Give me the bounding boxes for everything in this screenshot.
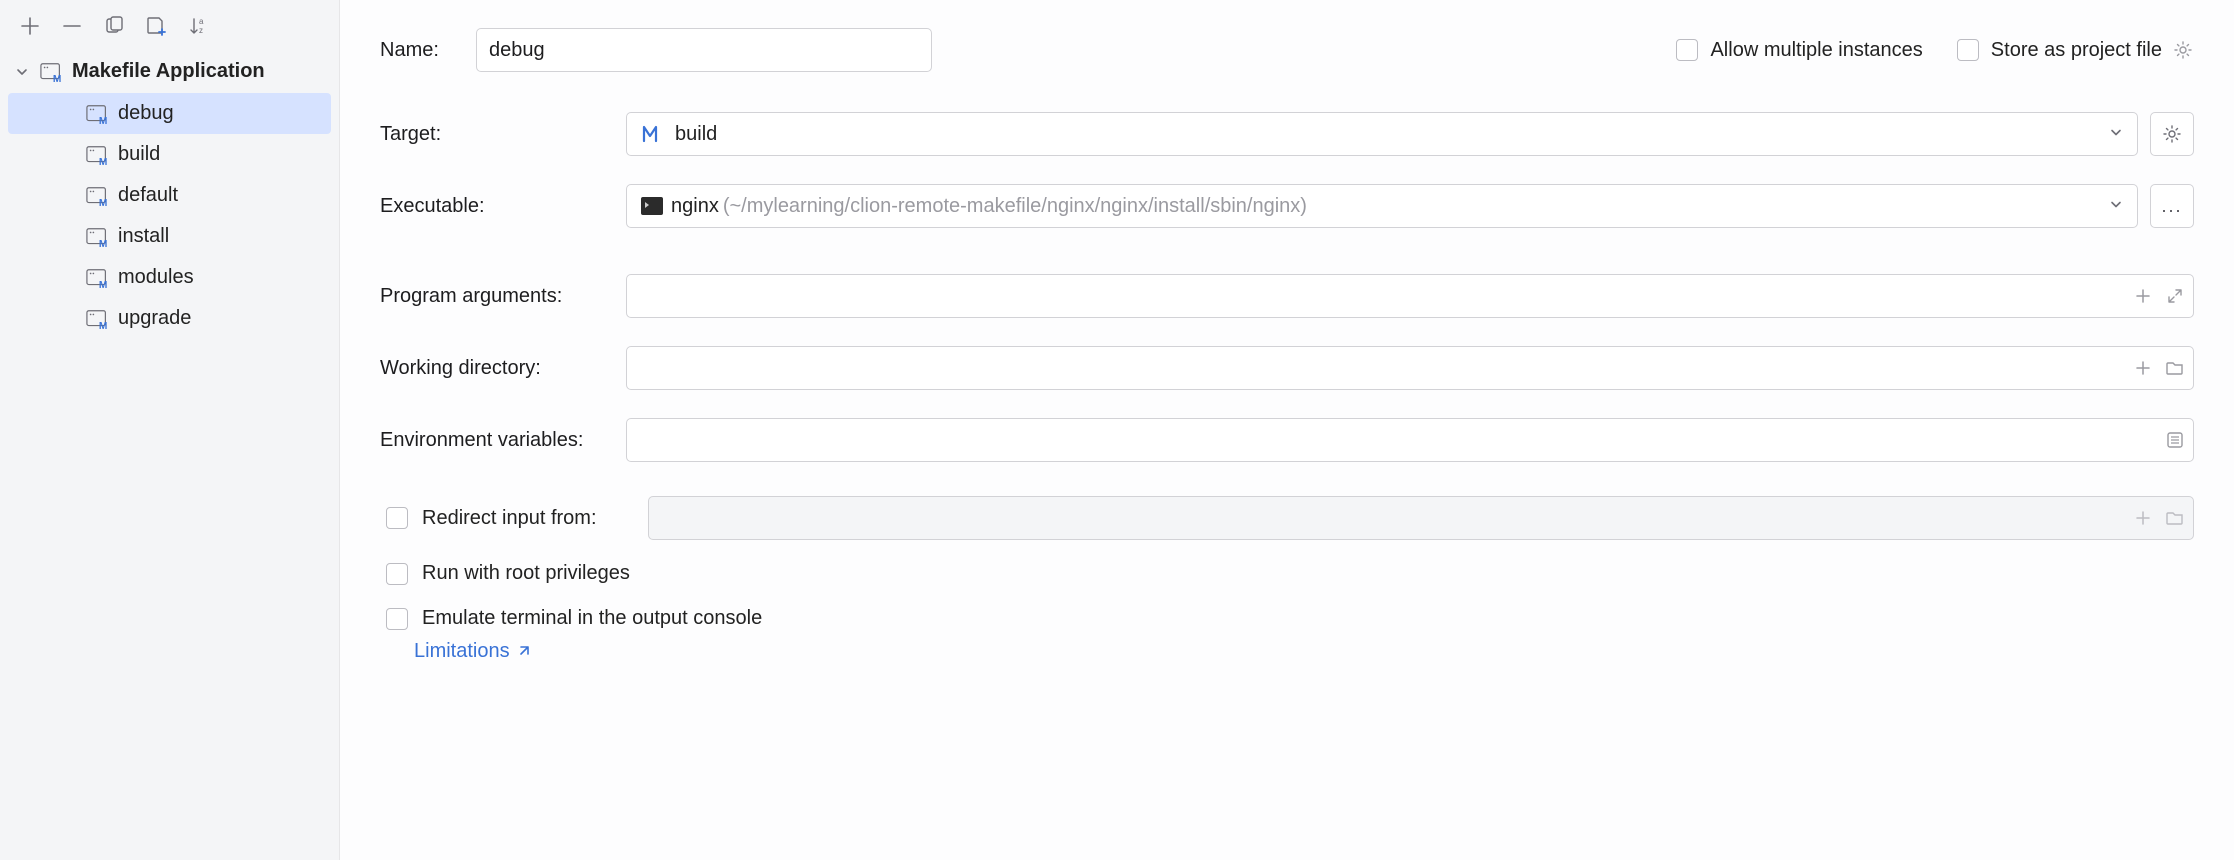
- name-input[interactable]: [476, 28, 932, 72]
- svg-text:z: z: [199, 26, 203, 35]
- redirect-input-checkbox[interactable]: [386, 507, 408, 529]
- tree-item-label: upgrade: [118, 307, 191, 330]
- chevron-down-icon: [2109, 195, 2123, 218]
- env-vars-input[interactable]: [626, 418, 2194, 462]
- tree-item-label: build: [118, 143, 160, 166]
- store-as-project-group[interactable]: Store as project file: [1957, 39, 2162, 62]
- folder-browse-icon[interactable]: [2164, 507, 2186, 529]
- limitations-link[interactable]: Limitations: [380, 640, 530, 663]
- tree-item-debug[interactable]: M debug: [8, 93, 331, 134]
- allow-multiple-label: Allow multiple instances: [1710, 39, 1922, 62]
- target-value: build: [675, 123, 717, 146]
- tree-item-label: debug: [118, 102, 174, 125]
- store-as-project-label: Store as project file: [1991, 39, 2162, 62]
- terminal-icon: [641, 197, 663, 215]
- tree-item-upgrade[interactable]: M upgrade: [8, 298, 331, 339]
- external-link-icon: [516, 645, 530, 659]
- svg-text:M: M: [99, 116, 107, 126]
- makefile-icon: M: [86, 309, 110, 329]
- tree-item-label: default: [118, 184, 178, 207]
- folder-browse-icon[interactable]: [2164, 357, 2186, 379]
- tree-item-label: install: [118, 225, 169, 248]
- copy-config-button[interactable]: [100, 12, 128, 40]
- makefile-icon: M: [86, 186, 110, 206]
- root-privileges-label: Run with root privileges: [422, 562, 630, 585]
- makefile-target-icon: [641, 124, 665, 144]
- makefile-icon: M: [86, 227, 110, 247]
- save-template-button[interactable]: [142, 12, 170, 40]
- remove-config-button[interactable]: [58, 12, 86, 40]
- executable-name: nginx: [671, 195, 719, 218]
- tree-item-install[interactable]: M install: [8, 216, 331, 257]
- add-config-button[interactable]: [16, 12, 44, 40]
- target-settings-button[interactable]: [2150, 112, 2194, 156]
- limitations-link-text: Limitations: [414, 640, 510, 663]
- tree-parent-label: Makefile Application: [72, 60, 265, 83]
- redirect-input-path: [648, 496, 2194, 540]
- tree-item-modules[interactable]: M modules: [8, 257, 331, 298]
- makefile-icon: M: [86, 268, 110, 288]
- program-arguments-input[interactable]: [626, 274, 2194, 318]
- tree-parent-makefile-application[interactable]: M Makefile Application: [0, 54, 339, 89]
- svg-text:M: M: [99, 321, 107, 331]
- root-privileges-checkbox[interactable]: [386, 563, 408, 585]
- svg-text:M: M: [99, 239, 107, 249]
- tree-item-label: modules: [118, 266, 194, 289]
- working-directory-label: Working directory:: [380, 357, 626, 380]
- program-arguments-label: Program arguments:: [380, 285, 626, 308]
- env-vars-edit-icon[interactable]: [2164, 429, 2186, 451]
- emulate-terminal-label: Emulate terminal in the output console: [422, 607, 762, 630]
- tree-item-build[interactable]: M build: [8, 134, 331, 175]
- executable-path: (~/mylearning/clion-remote-makefile/ngin…: [723, 195, 1307, 218]
- executable-label: Executable:: [380, 195, 626, 218]
- svg-text:M: M: [99, 280, 107, 290]
- env-vars-label: Environment variables:: [380, 429, 626, 452]
- chevron-down-icon: [12, 62, 32, 82]
- makefile-icon: M: [86, 145, 110, 165]
- makefile-icon: M: [40, 62, 64, 82]
- chevron-down-icon: [2109, 123, 2123, 146]
- makefile-icon: M: [86, 104, 110, 124]
- store-as-project-checkbox[interactable]: [1957, 39, 1979, 61]
- svg-text:a: a: [199, 17, 204, 26]
- config-tree: M Makefile Application M debug M build M: [0, 54, 339, 339]
- config-form: Name: Allow multiple instances Store as …: [340, 0, 2234, 860]
- insert-macro-button[interactable]: [2132, 357, 2154, 379]
- svg-text:M: M: [53, 74, 61, 84]
- tree-item-default[interactable]: M default: [8, 175, 331, 216]
- sort-button[interactable]: az: [184, 12, 212, 40]
- working-directory-input[interactable]: [626, 346, 2194, 390]
- target-label: Target:: [380, 123, 626, 146]
- expand-icon[interactable]: [2164, 285, 2186, 307]
- insert-macro-button[interactable]: [2132, 507, 2154, 529]
- insert-macro-button[interactable]: [2132, 285, 2154, 307]
- svg-text:M: M: [99, 198, 107, 208]
- executable-browse-button[interactable]: ...: [2150, 184, 2194, 228]
- emulate-terminal-checkbox[interactable]: [386, 608, 408, 630]
- store-options-gear-icon[interactable]: [2172, 39, 2194, 61]
- sidebar-toolbar: az: [0, 8, 339, 54]
- redirect-input-label: Redirect input from:: [422, 507, 634, 530]
- tree-children: M debug M build M default M insta: [0, 89, 339, 339]
- allow-multiple-checkbox[interactable]: [1676, 39, 1698, 61]
- executable-combo[interactable]: nginx (~/mylearning/clion-remote-makefil…: [626, 184, 2138, 228]
- svg-text:M: M: [99, 157, 107, 167]
- configurations-sidebar: az M Makefile Application M debug M: [0, 0, 340, 860]
- name-label: Name:: [380, 39, 476, 62]
- target-combo[interactable]: build: [626, 112, 2138, 156]
- allow-multiple-group[interactable]: Allow multiple instances: [1676, 39, 1922, 62]
